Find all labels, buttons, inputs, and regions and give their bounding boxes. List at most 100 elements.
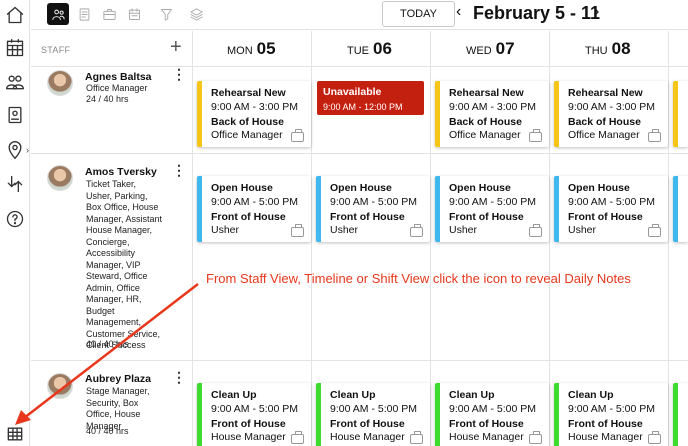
- staff-name[interactable]: Amos Tversky: [85, 166, 157, 178]
- shift-color-bar: [316, 383, 321, 446]
- briefcase-icon: [648, 431, 661, 444]
- shift-card[interactable]: Open House 9:00 AM - 5:00 PM Front of Ho…: [554, 176, 668, 242]
- shift-color-bar: [554, 81, 559, 147]
- notes-view-icon[interactable]: [73, 3, 95, 25]
- shift-position: Usher: [211, 224, 240, 236]
- shift-color-bar: [435, 176, 440, 242]
- shift-time: 9:00 AM - 5:00 PM: [211, 403, 298, 415]
- shift-time: 9:00 AM - 5:00 PM: [449, 196, 536, 208]
- location-pin-icon[interactable]: [4, 139, 26, 161]
- shift-card[interactable]: Clean Up 9:00 AM - 5:00 PM Front of Hous…: [554, 383, 668, 446]
- today-button[interactable]: TODAY: [382, 1, 455, 27]
- shift-card[interactable]: [673, 383, 688, 446]
- shift-department: Front of House: [568, 418, 643, 430]
- day-header-tue[interactable]: TUE 06: [347, 39, 392, 59]
- shift-time: 9:00 AM - 3:00 PM: [568, 101, 655, 113]
- staff-name[interactable]: Aubrey Plaza: [85, 373, 151, 385]
- daily-notes-grid-icon[interactable]: [4, 423, 26, 445]
- briefcase-icon: [648, 224, 661, 237]
- staff-hours: 40 / 40 hrs: [86, 339, 129, 349]
- staff-menu-icon[interactable]: ⋮: [172, 370, 186, 384]
- avatar[interactable]: [47, 373, 73, 399]
- shift-card[interactable]: Open House 9:00 AM - 5:00 PM Front of Ho…: [316, 176, 430, 242]
- staff-name[interactable]: Agnes Baltsa: [85, 71, 152, 83]
- shift-card[interactable]: [673, 176, 688, 242]
- briefcase-icon: [529, 431, 542, 444]
- next-week-arrow[interactable]: ›: [594, 3, 599, 21]
- shift-position: Usher: [568, 224, 597, 236]
- unavailable-block[interactable]: Unavailable 9:00 AM - 12:00 PM: [317, 81, 424, 115]
- layers-icon[interactable]: [185, 3, 207, 25]
- grid-divider: [430, 31, 431, 446]
- shift-title: Clean Up: [211, 389, 257, 401]
- shift-department: Front of House: [449, 418, 524, 430]
- day-header-wed[interactable]: WED 07: [466, 39, 515, 59]
- avatar[interactable]: [47, 70, 73, 96]
- shift-title: Rehearsal New: [568, 87, 643, 99]
- shift-department: Back of House: [449, 116, 522, 128]
- prev-week-arrow[interactable]: ‹: [456, 3, 461, 21]
- people-icon[interactable]: [4, 71, 26, 93]
- badge-icon[interactable]: [4, 104, 26, 126]
- home-icon[interactable]: [4, 4, 26, 26]
- shift-position: House Manager: [211, 431, 286, 443]
- calendar-grid-icon[interactable]: [4, 37, 26, 59]
- shift-time: 9:00 AM - 3:00 PM: [211, 101, 298, 113]
- shift-department: Back of House: [211, 116, 284, 128]
- shift-color-bar: [197, 383, 202, 446]
- staff-menu-icon[interactable]: ⋮: [172, 163, 186, 177]
- shift-card[interactable]: Clean Up 9:00 AM - 5:00 PM Front of Hous…: [316, 383, 430, 446]
- shift-position: Office Manager: [449, 129, 521, 141]
- swap-arrows-icon[interactable]: [4, 173, 26, 195]
- staff-role: Ticket Taker, Usher, Parking, Box Office…: [86, 179, 163, 350]
- shift-position: Office Manager: [568, 129, 640, 141]
- row-divider: [31, 360, 688, 361]
- shift-card[interactable]: Open House 9:00 AM - 5:00 PM Front of Ho…: [197, 176, 311, 242]
- shift-title: Open House: [330, 182, 392, 194]
- filter-icon[interactable]: [155, 3, 177, 25]
- briefcase-icon: [291, 129, 304, 142]
- shift-color-bar: [435, 81, 440, 147]
- shift-card[interactable]: Rehearsal New 9:00 AM - 3:00 PM Back of …: [554, 81, 668, 147]
- shift-department: Front of House: [211, 418, 286, 430]
- shift-card[interactable]: [673, 81, 688, 147]
- date-range-title: February 5 - 11: [473, 3, 601, 23]
- shift-position: House Manager: [330, 431, 405, 443]
- staff-menu-icon[interactable]: ⋮: [172, 67, 186, 81]
- briefcase-icon: [529, 224, 542, 237]
- shift-card[interactable]: Clean Up 9:00 AM - 5:00 PM Front of Hous…: [435, 383, 549, 446]
- expand-chevron-icon[interactable]: ›: [26, 145, 29, 155]
- calendar-view-icon[interactable]: [123, 3, 145, 25]
- shift-time: 9:00 AM - 5:00 PM: [330, 403, 417, 415]
- shift-card[interactable]: Rehearsal New 9:00 AM - 3:00 PM Back of …: [435, 81, 549, 147]
- shift-card[interactable]: Clean Up 9:00 AM - 5:00 PM Front of Hous…: [197, 383, 311, 446]
- shift-card[interactable]: Rehearsal New 9:00 AM - 3:00 PM Back of …: [197, 81, 311, 147]
- briefcase-icon: [291, 431, 304, 444]
- annotation-text: From Staff View, Timeline or Shift View …: [206, 271, 631, 286]
- shift-card[interactable]: Open House 9:00 AM - 5:00 PM Front of Ho…: [435, 176, 549, 242]
- briefcase-icon: [410, 431, 423, 444]
- day-header-mon[interactable]: MON 05: [227, 39, 276, 59]
- shift-position: House Manager: [449, 431, 524, 443]
- shift-position: House Manager: [568, 431, 643, 443]
- shift-color-bar: [435, 383, 440, 446]
- briefcase-icon: [529, 129, 542, 142]
- briefcase-icon: [648, 129, 661, 142]
- shift-department: Front of House: [211, 211, 286, 223]
- avatar[interactable]: [47, 165, 73, 191]
- staff-view-icon[interactable]: [47, 3, 69, 25]
- help-icon[interactable]: [4, 208, 26, 230]
- add-staff-button[interactable]: +: [170, 37, 182, 57]
- shift-position: Usher: [449, 224, 478, 236]
- schedule-grid-header: STAFF + MON 05 TUE 06 WED 07 THU 08: [31, 31, 688, 67]
- briefcase-view-icon[interactable]: [98, 3, 120, 25]
- day-header-thu[interactable]: THU 08: [585, 39, 631, 59]
- grid-divider: [668, 31, 669, 446]
- shift-time: 9:00 AM - 5:00 PM: [568, 196, 655, 208]
- shift-color-bar: [673, 176, 678, 242]
- shift-title: Clean Up: [449, 389, 495, 401]
- grid-divider: [311, 31, 312, 446]
- left-nav-rail: ›: [0, 0, 30, 446]
- shift-color-bar: [673, 383, 678, 446]
- staff-hours: 40 / 40 hrs: [86, 426, 129, 436]
